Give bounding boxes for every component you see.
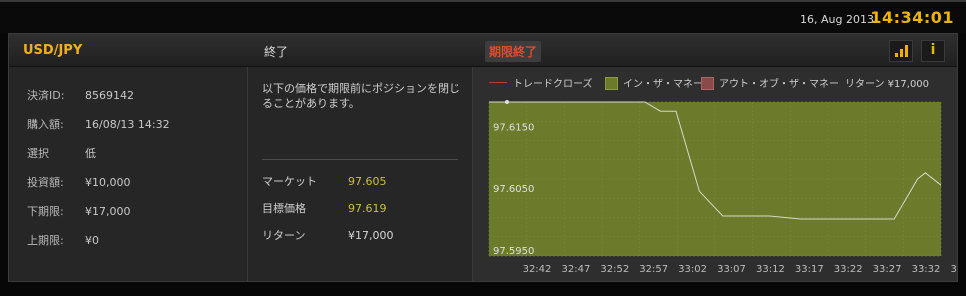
x-tick-label: 32:42 [523, 264, 552, 275]
detail-row: 決済ID: 8569142 [27, 87, 134, 103]
info-icon: i [930, 42, 936, 58]
price-chart-area: トレードクローズ イン・ザ・マネー アウト・オブ・ザ・マネー リターン ¥17,… [473, 67, 957, 281]
bar-chart-icon-bar [900, 49, 903, 57]
detail-value: ¥0 [85, 234, 99, 247]
detail-label: 選択 [27, 147, 49, 160]
market-row: リターン ¥17,000 [262, 227, 394, 243]
x-tick-label: 32:47 [561, 264, 590, 275]
current-date: 16, Aug 2013 [800, 13, 874, 26]
x-tick-label: 33:17 [795, 264, 824, 275]
market-info: 以下の価格で期限前にポジションを閉じることがあります。 マーケット 97.605 … [248, 67, 473, 281]
detail-value: ¥17,000 [85, 205, 131, 218]
detail-label: 上期限: [27, 234, 64, 247]
expired-badge: 期限終了 [485, 41, 542, 62]
detail-row: 下期限: ¥17,000 [27, 203, 131, 219]
price-chart: 97.6150 97.6050 97.5950 32:42 32:47 32:52 32:5… [488, 100, 957, 275]
bar-chart-icon [895, 53, 898, 57]
market-row: 目標価格 97.619 [262, 200, 387, 216]
return-value: ¥17,000 [348, 229, 394, 242]
y-tick-label: 97.6050 [493, 184, 534, 195]
detail-value: 16/08/13 14:32 [85, 118, 170, 131]
detail-value: ¥10,000 [85, 176, 131, 189]
panel-header: USD/JPY 終了 期限終了 i [9, 34, 957, 67]
detail-label: 決済ID: [27, 89, 65, 102]
bar-chart-icon-bar [905, 45, 908, 57]
y-tick-label: 97.5950 [493, 246, 534, 257]
detail-label: 下期限: [27, 205, 64, 218]
detail-row: 上期限: ¥0 [27, 232, 99, 248]
x-tick-label: 32:52 [600, 264, 629, 275]
current-time: 14:34:01 [870, 8, 954, 27]
trade-details: 決済ID: 8569142 購入額: 16/08/13 14:32 選択 低 投資額:… [9, 67, 248, 281]
entry-point-marker [505, 100, 509, 104]
market-label: マーケット [262, 175, 317, 188]
trade-status: 終了 [264, 45, 289, 59]
x-tick-label: 33:07 [717, 264, 746, 275]
detail-row: 投資額: ¥10,000 [27, 174, 131, 190]
market-label: リターン [262, 229, 306, 242]
x-tick-label: 33:22 [834, 264, 863, 275]
currency-pair: USD/JPY [23, 43, 83, 58]
detail-label: 投資額: [27, 176, 64, 189]
x-tick-label: 33:37 [950, 264, 957, 275]
market-price: 97.605 [348, 175, 387, 188]
detail-value: 8569142 [85, 89, 134, 102]
y-tick-label: 97.6150 [493, 123, 534, 134]
x-tick-label: 33:27 [873, 264, 902, 275]
detail-value: 低 [85, 147, 96, 160]
divider [262, 159, 458, 160]
trade-panel: USD/JPY 終了 期限終了 i 決済ID: 8569142 購入額: 16/08… [8, 33, 958, 282]
detail-row: 選択 低 [27, 145, 96, 161]
x-tick-label: 33:12 [756, 264, 785, 275]
x-tick-label: 33:32 [912, 264, 941, 275]
x-tick-label: 32:57 [639, 264, 668, 275]
x-tick-label: 33:02 [678, 264, 707, 275]
top-bar: 16, Aug 2013 14:34:01 [0, 0, 966, 34]
target-price: 97.619 [348, 202, 387, 215]
market-label: 目標価格 [262, 202, 306, 215]
market-row: マーケット 97.605 [262, 173, 387, 189]
info-button[interactable]: i [921, 40, 945, 62]
chart-button[interactable] [889, 40, 913, 62]
detail-label: 購入額: [27, 118, 64, 131]
early-close-note: 以下の価格で期限前にポジションを閉じることがあります。 [262, 82, 460, 110]
detail-row: 購入額: 16/08/13 14:32 [27, 116, 170, 132]
